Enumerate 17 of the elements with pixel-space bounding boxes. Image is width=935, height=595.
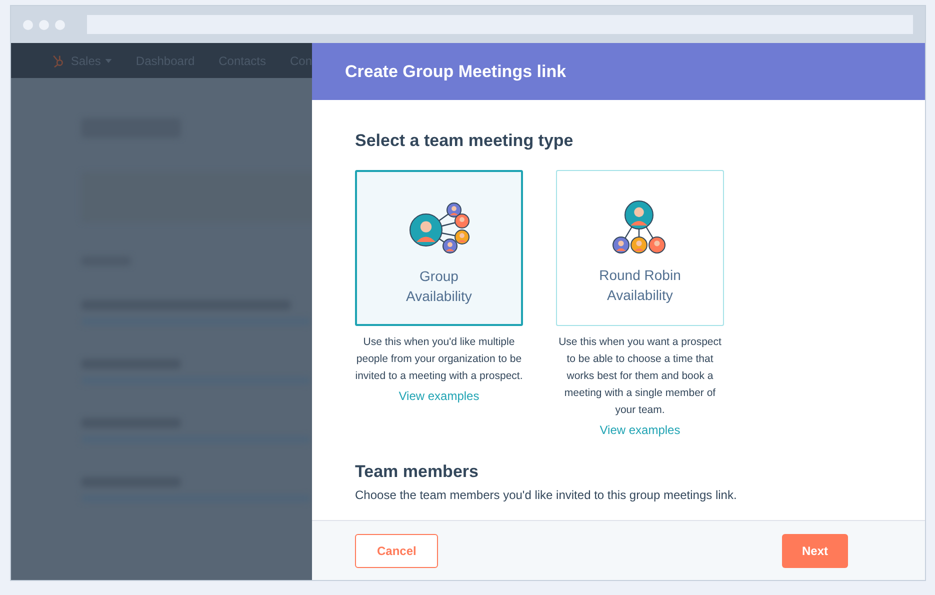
- caret-icon: [104, 58, 112, 62]
- meeting-type-card[interactable]: Round Robin Availability: [556, 170, 724, 326]
- address-bar[interactable]: [87, 15, 913, 34]
- cancel-button[interactable]: Cancel: [355, 534, 438, 568]
- view-examples-link[interactable]: View examples: [600, 420, 680, 438]
- sprocket-logo-icon[interactable]: [51, 54, 65, 68]
- next-button[interactable]: Next: [782, 534, 848, 568]
- card-title: Group Availability: [405, 266, 473, 306]
- meeting-type-card[interactable]: Group Availability: [355, 170, 523, 326]
- card-title: Round Robin Availability: [598, 266, 682, 304]
- view-examples-link[interactable]: View examples: [398, 386, 480, 404]
- modal-title: Create Group Meetings link: [345, 60, 566, 83]
- section-description: Choose the team members you'd like invited to this group meetings link.: [355, 487, 738, 504]
- card-description: Use this when you want a prospect to be able to choose a time that works best for them and book a meeting with a single member of your team.: [558, 334, 722, 418]
- card-description: Use this when you'd like multiple people from your organization to be invited to a meeting with a prospect.: [355, 334, 523, 384]
- section-heading: Select a team meeting type: [355, 130, 574, 152]
- section-heading: Team members: [355, 460, 480, 482]
